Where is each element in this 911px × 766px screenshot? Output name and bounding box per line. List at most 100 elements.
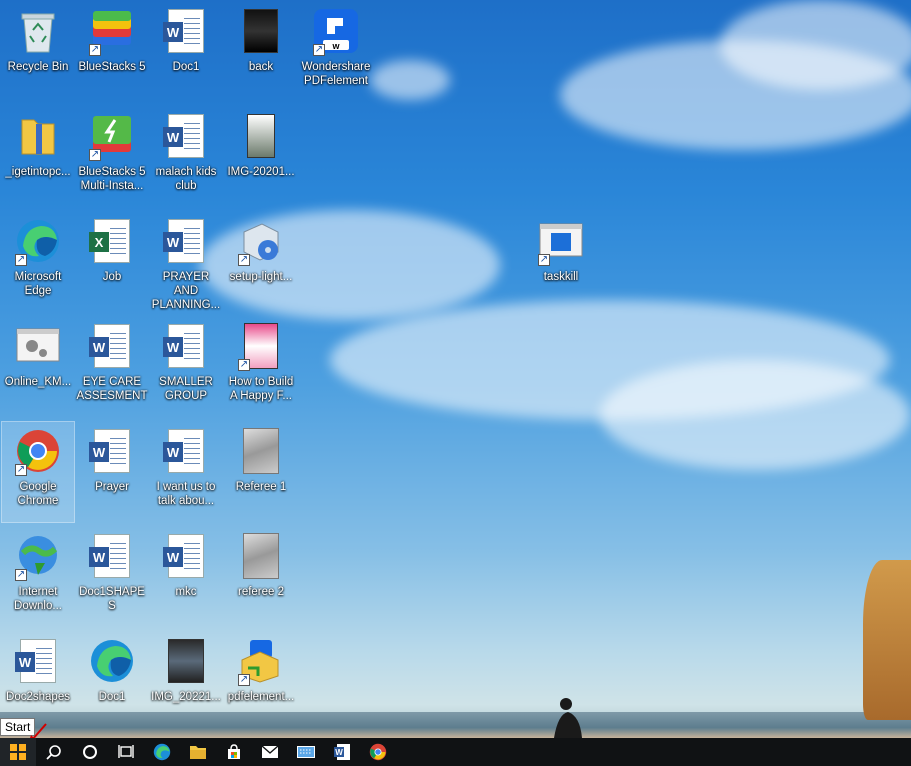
word-icon: W [334, 744, 350, 760]
desktop-icon-referee-1[interactable]: Referee 1 [225, 422, 297, 522]
taskbar-file-explorer[interactable] [180, 738, 216, 766]
taskbar-store[interactable] [216, 738, 252, 766]
photo-thumbnail-icon [243, 533, 279, 579]
desktop-icon-doc1-edge[interactable]: Doc1 [76, 632, 148, 732]
taskbar-mail[interactable] [252, 738, 288, 766]
icon-label: pdfelement... [227, 691, 295, 703]
taskbar: W [0, 738, 911, 766]
svg-text:w: w [331, 41, 340, 51]
search-button[interactable] [36, 738, 72, 766]
task-view-icon [118, 745, 134, 758]
photo-thumbnail-icon [247, 114, 275, 158]
desktop-icon-img-2022[interactable]: IMG_20221... [150, 632, 222, 732]
svg-text:W: W [335, 748, 343, 757]
icon-label: PRAYER AND PLANNING... [151, 271, 221, 311]
icon-label: Doc1SHAPES [79, 586, 145, 612]
desktop-icon-pdfelement[interactable]: ↗ pdfelement... [225, 632, 297, 732]
edge-icon [91, 640, 133, 682]
photo-thumbnail-icon [244, 9, 278, 53]
icon-label: Prayer [95, 481, 129, 493]
word-document-icon: W [163, 534, 204, 578]
desktop-icon-back[interactable]: back [225, 2, 297, 102]
icon-label: taskkill [543, 271, 579, 283]
desktop-icon-eye-care[interactable]: W EYE CARE ASSESMENT [76, 317, 148, 417]
word-document-icon: W [15, 639, 56, 683]
desktop-icon-dir[interactable]: _igetintopc... [2, 107, 74, 207]
mail-icon [261, 745, 279, 758]
desktop-icon-edge[interactable]: ↗ Microsoft Edge [2, 212, 74, 312]
icon-label: Microsoft Edge [14, 271, 62, 297]
desktop-icon-internet-download[interactable]: ↗ Internet Downlo... [2, 527, 74, 627]
photo-thumbnail-icon [243, 428, 279, 474]
cortana-icon [83, 745, 97, 759]
desktop-icon-i-want[interactable]: W I want us to talk abou... [150, 422, 222, 522]
taskbar-chrome[interactable] [360, 738, 396, 766]
photo-thumbnail-icon [168, 639, 204, 683]
icon-label: Online_KM... [4, 376, 72, 388]
desktop-icon-online-km[interactable]: Online_KM... [2, 317, 74, 417]
store-icon [228, 744, 240, 759]
desktop-icon-job[interactable]: X Job [76, 212, 148, 312]
word-document-icon: W [163, 9, 204, 53]
desktop-icon-how-to-build[interactable]: ↗ How to Build A Happy F... [225, 317, 297, 417]
icon-label: BlueStacks 5 Multi-Insta... [78, 166, 146, 192]
icon-label: How to Build A Happy F... [228, 376, 294, 402]
start-button[interactable] [0, 738, 36, 766]
taskbar-edge[interactable] [144, 738, 180, 766]
desktop-icon-recycle-bin[interactable]: Recycle Bin [2, 2, 74, 102]
desktop-icon-mkc[interactable]: W mkc [150, 527, 222, 627]
desktop-icon-taskkill[interactable]: ↗ taskkill [525, 212, 597, 312]
icon-label: setup-light... [229, 271, 293, 283]
desktop-icon-doc2shapes[interactable]: W Doc2shapes [2, 632, 74, 732]
icon-label: IMG_20221... [151, 691, 221, 703]
icon-label: Job [102, 271, 122, 283]
desktop-icon-chrome[interactable]: ↗ Google Chrome [1, 421, 75, 523]
zip-folder-icon [21, 119, 55, 155]
word-document-icon: W [89, 534, 130, 578]
desktop-icon-malach[interactable]: W malach kids club [150, 107, 222, 207]
icon-label: Doc2shapes [6, 691, 70, 703]
keyboard-icon [297, 746, 315, 758]
desktop-icon-doc1shapes[interactable]: W Doc1SHAPES [76, 527, 148, 627]
desktop-icon-wondershare[interactable]: w ↗ Wondershare PDFelement [300, 2, 372, 102]
icon-label: malach kids club [155, 166, 217, 192]
icon-label: Doc1 [98, 691, 126, 703]
icon-label: I want us to talk abou... [156, 481, 216, 507]
icon-label: back [248, 61, 274, 73]
chrome-icon [369, 743, 387, 761]
word-document-icon: W [163, 324, 204, 368]
excel-document-icon: X [89, 219, 130, 263]
word-document-icon: W [163, 429, 204, 473]
icon-label: Referee 1 [235, 481, 287, 493]
taskbar-keyboard[interactable] [288, 738, 324, 766]
desktop-icon-bluestacks-multi[interactable]: ↗ BlueStacks 5 Multi-Insta... [76, 107, 148, 207]
icon-label: IMG-20201... [227, 166, 295, 178]
desktop-icon-prayer[interactable]: W Prayer [76, 422, 148, 522]
recycle-bin-icon [21, 13, 55, 53]
desktop-icon-setup-light[interactable]: ↗ setup-light... [225, 212, 297, 312]
word-document-icon: W [163, 114, 204, 158]
taskbar-word[interactable]: W [324, 738, 360, 766]
desktop-icon-bluestacks[interactable]: ↗ BlueStacks 5 [76, 2, 148, 102]
search-icon [46, 745, 61, 760]
desktop-icon-smaller-group[interactable]: W SMALLER GROUP [150, 317, 222, 417]
icon-label: Internet Downlo... [14, 586, 62, 612]
icon-label: SMALLER GROUP [159, 376, 213, 402]
desktop-icon-referee-2[interactable]: referee 2 [225, 527, 297, 627]
icon-label: Google Chrome [17, 481, 59, 507]
icon-label: BlueStacks 5 [78, 61, 146, 73]
icon-label: referee 2 [237, 586, 285, 598]
task-view-button[interactable] [108, 738, 144, 766]
cortana-button[interactable] [72, 738, 108, 766]
desktop-icon-doc1[interactable]: W Doc1 [150, 2, 222, 102]
desktop-icon-img-2020[interactable]: IMG-20201... [225, 107, 297, 207]
icon-label: Doc1 [172, 61, 200, 73]
word-document-icon: W [89, 324, 130, 368]
word-document-icon: W [89, 429, 130, 473]
icon-label: _igetintopc... [5, 166, 71, 178]
word-document-icon: W [163, 219, 204, 263]
folder-icon [190, 746, 206, 759]
icon-label: Recycle Bin [7, 61, 69, 73]
icon-label: EYE CARE ASSESMENT [76, 376, 148, 402]
desktop-icon-prayer-planning[interactable]: W PRAYER AND PLANNING... [150, 212, 222, 312]
